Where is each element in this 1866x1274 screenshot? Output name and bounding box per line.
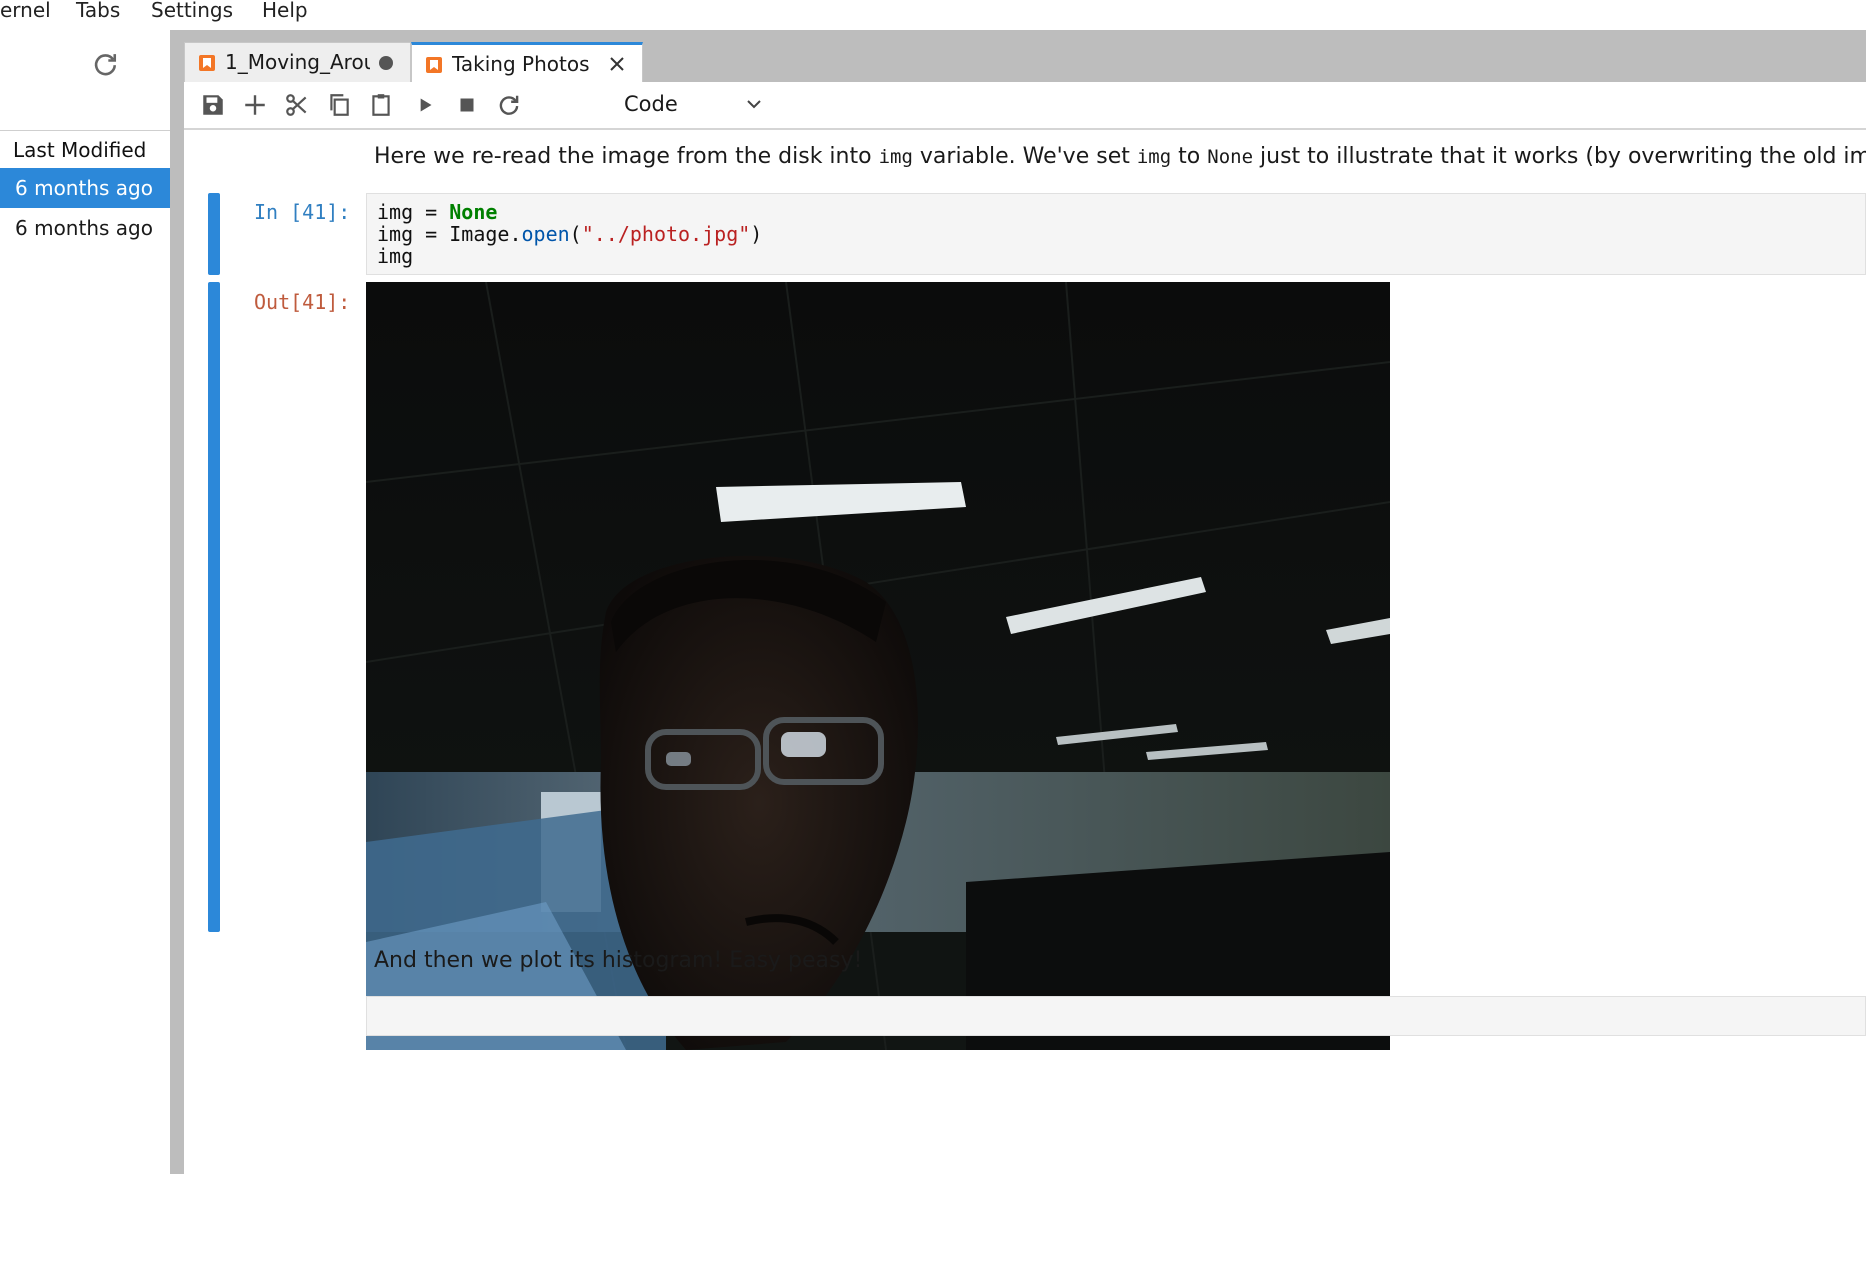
menu-help[interactable]: Help <box>262 0 308 22</box>
input-prompt: In [41]: <box>254 200 351 224</box>
close-icon[interactable] <box>608 55 626 73</box>
tab-label: Taking Photos <box>452 52 590 76</box>
markdown-text: to <box>1171 144 1208 169</box>
markdown-text: Here we re-read the image from the disk … <box>374 144 879 169</box>
menu-tabs[interactable]: Tabs <box>76 0 120 22</box>
cell-collapser-input[interactable] <box>208 193 220 275</box>
notebook-icon <box>199 55 215 71</box>
menu-settings[interactable]: Settings <box>151 0 233 22</box>
cut-icon[interactable] <box>284 92 310 118</box>
file-row[interactable]: 6 months ago <box>0 168 170 208</box>
chevron-down-icon <box>747 100 761 109</box>
refresh-icon[interactable] <box>92 50 120 78</box>
unsaved-dot-icon <box>379 56 393 70</box>
output-prompt: Out[41]: <box>254 290 351 314</box>
tab-label: 1_Moving_Arou <box>225 50 370 74</box>
tab-moving-around[interactable]: 1_Moving_Arou <box>184 42 411 82</box>
markdown-text: just to illustrate that it works (by ove… <box>1253 144 1866 169</box>
markdown-cell-histogram[interactable]: And then we plot its histogram! Easy pea… <box>374 948 862 973</box>
code-line-1: img = None <box>377 200 498 224</box>
add-cell-icon[interactable] <box>242 92 268 118</box>
save-icon[interactable] <box>200 92 226 118</box>
restart-icon[interactable] <box>496 92 522 118</box>
notebook-icon <box>426 57 442 73</box>
divider <box>0 130 170 131</box>
notebook-panel[interactable]: Here we re-read the image from the disk … <box>184 130 1866 1174</box>
menu-bar: ernel Tabs Settings Help <box>0 0 1866 30</box>
tab-bar: 1_Moving_Arou Taking Photos <box>184 30 1866 82</box>
markdown-text: variable. We've set <box>912 144 1137 169</box>
cell-type-select[interactable]: Code <box>624 90 764 120</box>
code-editor[interactable]: img = None img = Image.open("../photo.jp… <box>366 193 1866 275</box>
cell-type-value: Code <box>624 92 678 116</box>
code-line-3: img <box>377 244 414 268</box>
output-photo <box>366 282 1390 1050</box>
file-row[interactable]: 6 months ago <box>0 208 170 248</box>
file-modified: 6 months ago <box>15 176 153 200</box>
stop-icon[interactable] <box>454 92 480 118</box>
markdown-cell-reread[interactable]: Here we re-read the image from the disk … <box>374 144 1866 169</box>
copy-icon[interactable] <box>326 92 352 118</box>
tab-taking-photos[interactable]: Taking Photos <box>411 42 643 82</box>
inline-code: img <box>878 146 913 168</box>
paste-icon[interactable] <box>368 92 394 118</box>
menu-kernel[interactable]: ernel <box>0 0 51 22</box>
inline-code: img <box>1136 146 1172 168</box>
cell-collapser-output[interactable] <box>208 282 220 932</box>
sidebar-splitter[interactable] <box>170 30 184 1174</box>
main-area: 1_Moving_Arou Taking Photos Code Here we… <box>184 30 1866 1174</box>
code-editor-next[interactable] <box>366 996 1866 1036</box>
run-icon[interactable] <box>412 92 438 118</box>
file-browser: Last Modified 6 months ago 6 months ago <box>0 30 170 1174</box>
code-line-2: img = Image.open("../photo.jpg") <box>377 222 763 246</box>
file-modified: 6 months ago <box>15 216 153 240</box>
last-modified-header[interactable]: Last Modified <box>13 138 146 162</box>
notebook-toolbar: Code <box>184 82 1866 130</box>
inline-code: None <box>1207 146 1254 168</box>
